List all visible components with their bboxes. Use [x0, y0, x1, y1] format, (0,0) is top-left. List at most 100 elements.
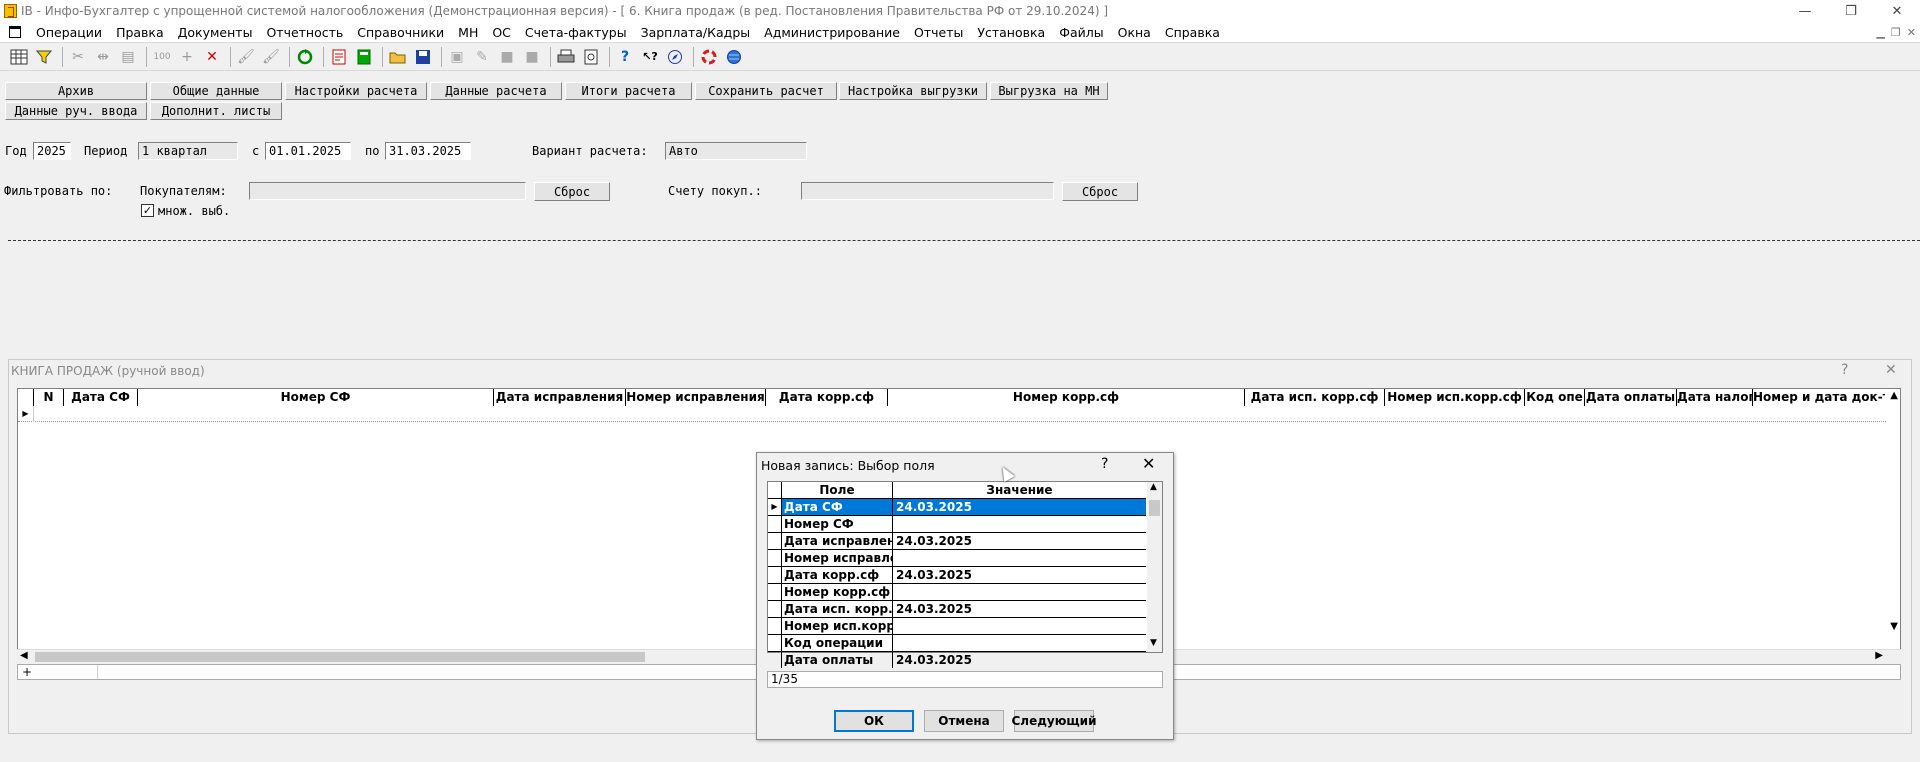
tab-calc-settings[interactable]: Настройки расчета: [285, 82, 427, 100]
minimize-button[interactable]: —: [1782, 0, 1828, 22]
tab-extra-sheets[interactable]: Дополнит. листы: [150, 102, 282, 120]
image-icon[interactable]: ▣: [446, 46, 468, 68]
menu-windows[interactable]: Окна: [1111, 25, 1158, 40]
scroll-left-icon[interactable]: ◀: [20, 650, 28, 661]
cut-icon[interactable]: ✂: [67, 46, 89, 68]
block-icon[interactable]: ■: [496, 46, 518, 68]
tab-export-mn[interactable]: Выгрузка на МН: [990, 82, 1108, 100]
field-row[interactable]: Номер исп.корр.с: [768, 618, 1146, 635]
table-icon[interactable]: [8, 46, 30, 68]
column-header[interactable]: Номер исп.корр.сф: [1385, 389, 1525, 406]
print-icon[interactable]: [555, 46, 577, 68]
save-icon[interactable]: [412, 46, 434, 68]
lifebuoy-icon[interactable]: [698, 46, 720, 68]
menu-edit[interactable]: Правка: [109, 25, 171, 40]
column-header[interactable]: Дата налог.: [1677, 389, 1753, 406]
menu-invoices[interactable]: Счета-фактуры: [518, 25, 634, 40]
column-header[interactable]: N: [34, 389, 64, 406]
numbering-icon[interactable]: 100: [151, 46, 173, 68]
compass-icon[interactable]: [664, 46, 686, 68]
delete-icon[interactable]: ✕: [201, 46, 223, 68]
field-row[interactable]: ▶ Дата СФ 24.03.2025: [768, 499, 1146, 516]
menu-setup[interactable]: Установка: [970, 25, 1052, 40]
scrollbar-thumb[interactable]: [1149, 500, 1160, 516]
scroll-up-icon[interactable]: ▲: [1890, 390, 1898, 401]
restore-button[interactable]: ❐: [1828, 0, 1874, 22]
merge-icon[interactable]: ⇹: [92, 46, 114, 68]
ok-button[interactable]: ОК: [834, 710, 914, 732]
field-row[interactable]: Номер исправлен: [768, 550, 1146, 567]
menu-files[interactable]: Файлы: [1052, 25, 1110, 40]
tab-manual-data[interactable]: Данные руч. ввода: [5, 102, 147, 120]
column-header[interactable]: Дата исп. корр.сф: [1245, 389, 1385, 406]
tab-archive[interactable]: Архив: [5, 82, 147, 100]
period-field[interactable]: 1 квартал: [138, 142, 238, 160]
buyers-field[interactable]: [249, 182, 526, 200]
paste-icon[interactable]: ▤: [117, 46, 139, 68]
field-row[interactable]: Номер СФ: [768, 516, 1146, 533]
tab-export-settings[interactable]: Настройка выгрузки: [839, 82, 987, 100]
from-date-field[interactable]: 01.01.2025: [265, 142, 351, 160]
column-header[interactable]: Дата корр.сф: [766, 389, 888, 406]
filter-icon[interactable]: [33, 46, 55, 68]
subwindow-help-button[interactable]: ?: [1841, 362, 1848, 378]
column-header[interactable]: Номер и дата док-та о: [1753, 389, 1885, 406]
column-header[interactable]: Код опе: [1525, 389, 1585, 406]
mdi-close-icon[interactable]: ✕: [1907, 26, 1916, 39]
dialog-help-button[interactable]: ?: [1101, 456, 1108, 472]
table-row[interactable]: ▶: [18, 406, 1886, 422]
column-header[interactable]: Дата СФ: [64, 389, 138, 406]
vertical-scrollbar[interactable]: ▲ ▼: [1147, 482, 1162, 652]
column-header[interactable]: Дата оплаты: [1585, 389, 1677, 406]
help-icon[interactable]: ?: [614, 46, 636, 68]
tab-general[interactable]: Общие данные: [150, 82, 282, 100]
calculator-icon[interactable]: [353, 46, 375, 68]
menu-admin[interactable]: Администрирование: [757, 25, 907, 40]
dialog-close-button[interactable]: ✕: [1142, 454, 1155, 473]
reset-buyers-button[interactable]: Сброс: [534, 182, 610, 201]
account-field[interactable]: [801, 182, 1054, 200]
close-button[interactable]: ✕: [1874, 0, 1920, 22]
scrollbar-thumb[interactable]: [35, 652, 645, 662]
column-header[interactable]: Номер корр.сф: [888, 389, 1245, 406]
menu-payroll[interactable]: Зарплата/Кадры: [634, 25, 758, 40]
edit-icon[interactable]: ✎: [471, 46, 493, 68]
globe-icon[interactable]: [723, 46, 745, 68]
to-date-field[interactable]: 31.03.2025: [385, 142, 471, 160]
next-button[interactable]: Следующий: [1012, 710, 1097, 732]
scroll-right-icon[interactable]: ▶: [1875, 650, 1883, 661]
tab-calc-data[interactable]: Данные расчета: [430, 82, 562, 100]
menu-reports[interactable]: Отчеты: [907, 25, 970, 40]
column-header[interactable]: Дата исправления: [494, 389, 626, 406]
block2-icon[interactable]: ■: [521, 46, 543, 68]
scroll-down-icon[interactable]: ▼: [1890, 621, 1898, 632]
context-help-icon[interactable]: ↖?: [639, 46, 661, 68]
field-row[interactable]: Дата исп. корр.с 24.03.2025: [768, 601, 1146, 618]
menu-os[interactable]: ОС: [485, 25, 518, 40]
year-field[interactable]: 2025: [33, 142, 71, 160]
subwindow-close-button[interactable]: ✕: [1885, 362, 1897, 378]
field-grid[interactable]: Поле Значение ▶ Дата СФ 24.03.2025 Номер…: [767, 481, 1163, 668]
refresh-icon[interactable]: [294, 46, 316, 68]
tab-calc-totals[interactable]: Итоги расчета: [565, 82, 692, 100]
column-header[interactable]: [18, 389, 34, 406]
column-header-field[interactable]: Поле: [782, 482, 893, 499]
menu-help[interactable]: Справка: [1158, 25, 1227, 40]
pdf-icon[interactable]: [328, 46, 350, 68]
cancel-button[interactable]: Отмена: [924, 710, 1004, 732]
mdi-restore-icon[interactable]: ❐: [1891, 26, 1901, 39]
column-header[interactable]: Номер СФ: [138, 389, 494, 406]
field-row[interactable]: Дата исправлени 24.03.2025: [768, 533, 1146, 550]
tab-save-calc[interactable]: Сохранить расчет: [695, 82, 837, 100]
menu-reporting[interactable]: Отчетность: [259, 25, 350, 40]
menu-directories[interactable]: Справочники: [350, 25, 451, 40]
scroll-up-icon[interactable]: ▲: [1150, 482, 1157, 492]
field-row[interactable]: Номер корр.сф: [768, 584, 1146, 601]
variant-field[interactable]: Авто: [665, 142, 807, 160]
scroll-down-icon[interactable]: ▼: [1150, 638, 1157, 648]
reset-account-button[interactable]: Сброс: [1062, 182, 1138, 201]
brush-icon[interactable]: 🖌: [235, 46, 257, 68]
mdi-minimize-icon[interactable]: ▁: [1876, 26, 1884, 39]
menu-documents[interactable]: Документы: [171, 25, 260, 40]
field-row[interactable]: Дата корр.сф 24.03.2025: [768, 567, 1146, 584]
